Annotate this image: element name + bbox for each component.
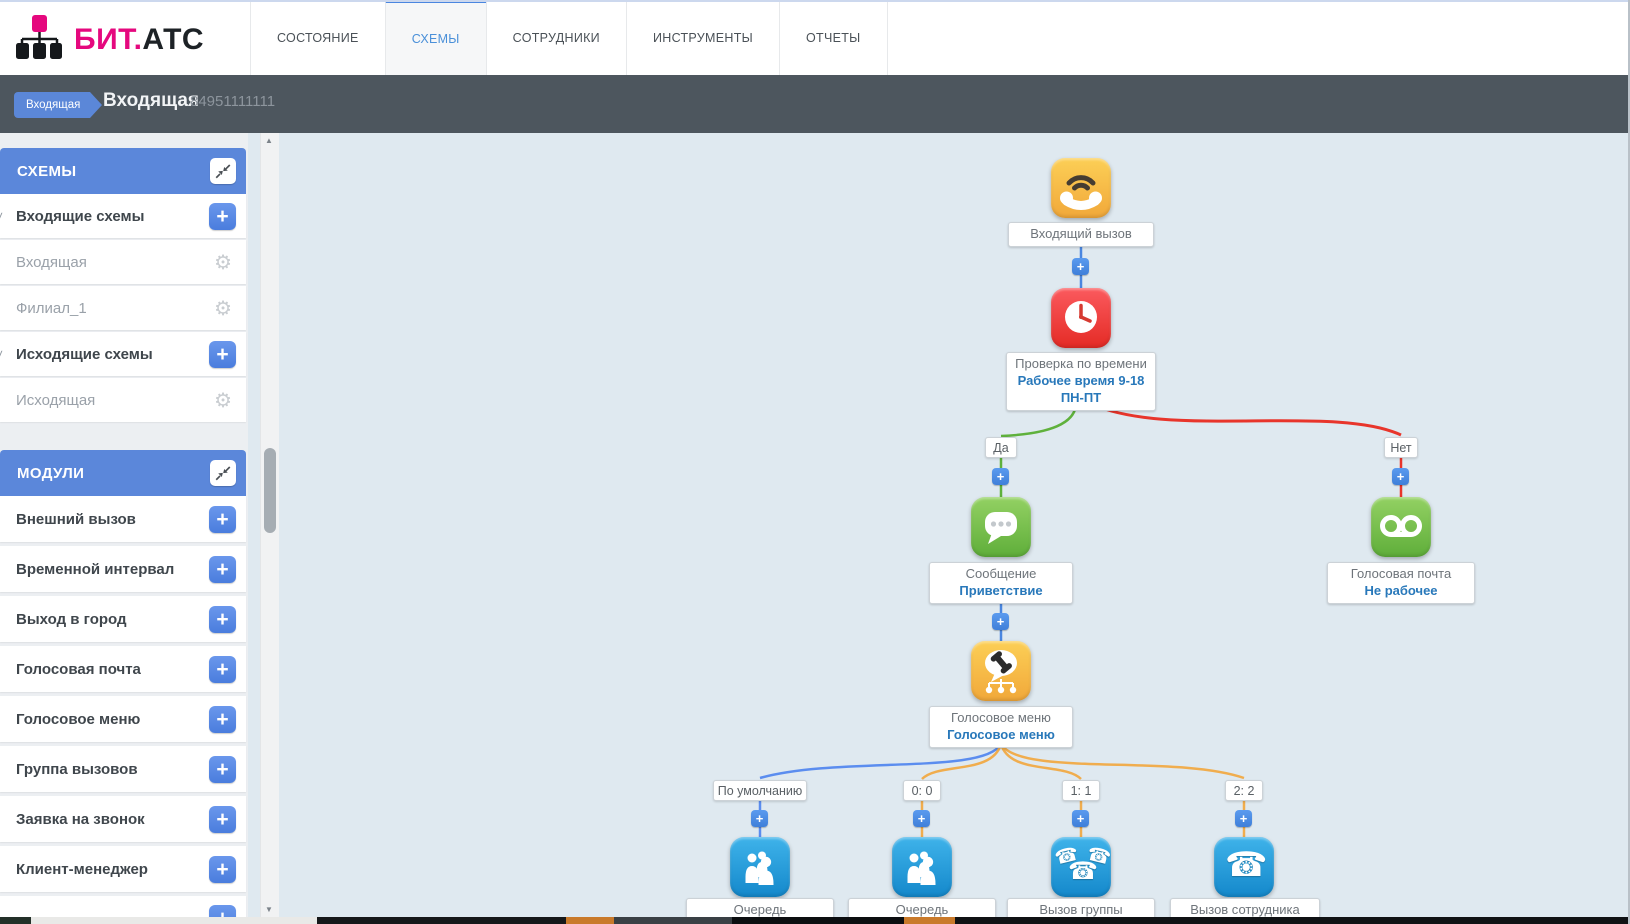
browser-top-edge (0, 0, 1630, 2)
add-module-button[interactable]: + (209, 606, 236, 633)
group-call-node[interactable]: ☎ ☎ ☎ (1051, 837, 1111, 897)
gear-icon[interactable]: ⚙ (214, 388, 232, 413)
sidebar: СХЕМЫ ˅ Входящие схемы + Входящая ⚙ Фили… (0, 133, 248, 924)
sidebar-item-incoming-schemes[interactable]: ˅ Входящие схемы + (0, 194, 246, 238)
gear-icon[interactable]: ⚙ (214, 250, 232, 275)
sidebar-item-outgoing-schemes[interactable]: ˅ Исходящие схемы + (0, 332, 246, 376)
sidebar-scrollbar[interactable]: ▲ ▼ (260, 133, 279, 917)
scroll-down-icon[interactable]: ▼ (265, 905, 273, 914)
queue-people-icon (892, 837, 952, 897)
schemes-panel-title: СХЕМЫ (17, 163, 76, 180)
tab-otchety[interactable]: ОТЧЕТЫ (779, 0, 888, 75)
add-module-button[interactable]: + (209, 506, 236, 533)
add-module-button[interactable]: + (209, 806, 236, 833)
add-node-button[interactable]: + (992, 613, 1009, 630)
add-module-button[interactable]: + (209, 756, 236, 783)
time-check-label: Проверка по времени Рабочее время 9-18 П… (1006, 352, 1156, 411)
add-module-button[interactable]: + (209, 706, 236, 733)
branch-default-label: По умолчанию (713, 780, 807, 801)
main-nav: СОСТОЯНИЕ СХЕМЫ СОТРУДНИКИ ИНСТРУМЕНТЫ О… (250, 0, 888, 75)
message-label: Сообщение Приветствие (929, 562, 1073, 604)
queue-people-icon (730, 837, 790, 897)
flow-canvas[interactable]: Входящий вызов + Проверка по времени Раб… (278, 133, 1630, 924)
phone-icon: ☎ (1225, 845, 1267, 885)
add-node-button[interactable]: + (1072, 258, 1089, 275)
app-logo: БИТ.АТС (16, 13, 204, 66)
collapse-icon[interactable] (210, 460, 236, 486)
page-phone-number: 84951111111 (190, 93, 275, 110)
sidebar-item-filial-1[interactable]: Филиал_1 ⚙ (0, 286, 246, 330)
voicemail-label: Голосовая почта Не рабочее (1327, 562, 1475, 604)
branch-0-label: 0: 0 (903, 780, 941, 801)
voice-menu-icon (971, 641, 1031, 701)
add-node-button[interactable]: + (913, 810, 930, 827)
breadcrumb-bar: Входящая Входящая 84951111111 (0, 75, 1630, 133)
modules-panel-title: МОДУЛИ (17, 465, 84, 482)
scrollbar-thumb[interactable] (264, 448, 276, 533)
gear-icon[interactable]: ⚙ (214, 296, 232, 321)
org-chart-logo-icon (16, 13, 62, 66)
schemes-panel: СХЕМЫ ˅ Входящие схемы + Входящая ⚙ Фили… (0, 148, 246, 424)
message-node[interactable] (971, 497, 1031, 557)
module-item-external-call[interactable]: › Внешний вызов + (0, 496, 246, 542)
tab-shemy[interactable]: СХЕМЫ (385, 0, 486, 75)
modules-panel: МОДУЛИ › Внешний вызов + › Временной инт… (0, 450, 246, 923)
branch-1-label: 1: 1 (1062, 780, 1100, 801)
incoming-call-node[interactable] (1051, 158, 1111, 218)
queue-node[interactable] (892, 837, 952, 897)
module-item-partial[interactable]: + (0, 896, 246, 919)
tab-sotrudniki[interactable]: СОТРУДНИКИ (486, 0, 626, 75)
add-node-button[interactable]: + (1392, 468, 1409, 485)
add-module-button[interactable]: + (209, 856, 236, 883)
tab-instrumenty[interactable]: ИНСТРУМЕНТЫ (626, 0, 779, 75)
module-item-client-manager[interactable]: › Клиент-менеджер + (0, 846, 246, 892)
breadcrumb-badge[interactable]: Входящая (14, 92, 90, 118)
time-check-node[interactable] (1051, 288, 1111, 348)
scroll-up-icon[interactable]: ▲ (265, 136, 273, 145)
add-node-button[interactable]: + (1072, 810, 1089, 827)
queue-node[interactable] (730, 837, 790, 897)
branch-2-label: 2: 2 (1225, 780, 1263, 801)
collapse-icon[interactable] (210, 158, 236, 184)
clock-icon (1051, 288, 1111, 348)
app-header: БИТ.АТС СОСТОЯНИЕ СХЕМЫ СОТРУДНИКИ ИНСТР… (0, 0, 1630, 75)
voicemail-node[interactable] (1371, 497, 1431, 557)
module-item-city-exit[interactable]: › Выход в город + (0, 596, 246, 642)
add-node-button[interactable]: + (992, 468, 1009, 485)
phone-icon: ☎ (1068, 857, 1098, 886)
incoming-call-icon (1051, 158, 1111, 218)
add-module-button[interactable]: + (209, 556, 236, 583)
brand-name: БИТ.АТС (74, 23, 204, 57)
incoming-call-label: Входящий вызов (1008, 222, 1154, 247)
voicemail-icon (1371, 497, 1431, 557)
module-item-call-request[interactable]: › Заявка на звонок + (0, 796, 246, 842)
module-item-call-group[interactable]: › Группа вызовов + (0, 746, 246, 792)
module-item-voicemail[interactable]: › Голосовая почта + (0, 646, 246, 692)
add-module-button[interactable]: + (209, 656, 236, 683)
employee-call-node[interactable]: ☎ (1214, 837, 1274, 897)
chevron-down-icon: ˅ (0, 209, 3, 223)
voice-menu-label: Голосовое меню Голосовое меню (929, 706, 1073, 748)
add-node-button[interactable]: + (751, 810, 768, 827)
page-title: Входящая (103, 90, 199, 112)
voice-menu-node[interactable] (971, 641, 1031, 701)
chevron-down-icon: ˅ (0, 347, 3, 361)
branch-no-label: Нет (1384, 437, 1418, 458)
add-scheme-button[interactable]: + (209, 341, 236, 368)
module-item-voice-menu[interactable]: › Голосовое меню + (0, 696, 246, 742)
add-scheme-button[interactable]: + (209, 203, 236, 230)
branch-yes-label: Да (985, 437, 1017, 458)
message-icon (971, 497, 1031, 557)
schemes-panel-header: СХЕМЫ (0, 148, 246, 194)
sidebar-item-vhodyashaya[interactable]: Входящая ⚙ (0, 240, 246, 284)
modules-panel-header: МОДУЛИ (0, 450, 246, 496)
add-node-button[interactable]: + (1235, 810, 1252, 827)
sidebar-item-ishodyashaya[interactable]: Исходящая ⚙ (0, 378, 246, 422)
module-item-time-interval[interactable]: › Временной интервал + (0, 546, 246, 592)
tab-sostoyanie[interactable]: СОСТОЯНИЕ (250, 0, 385, 75)
taskbar-sliver (0, 917, 1630, 924)
